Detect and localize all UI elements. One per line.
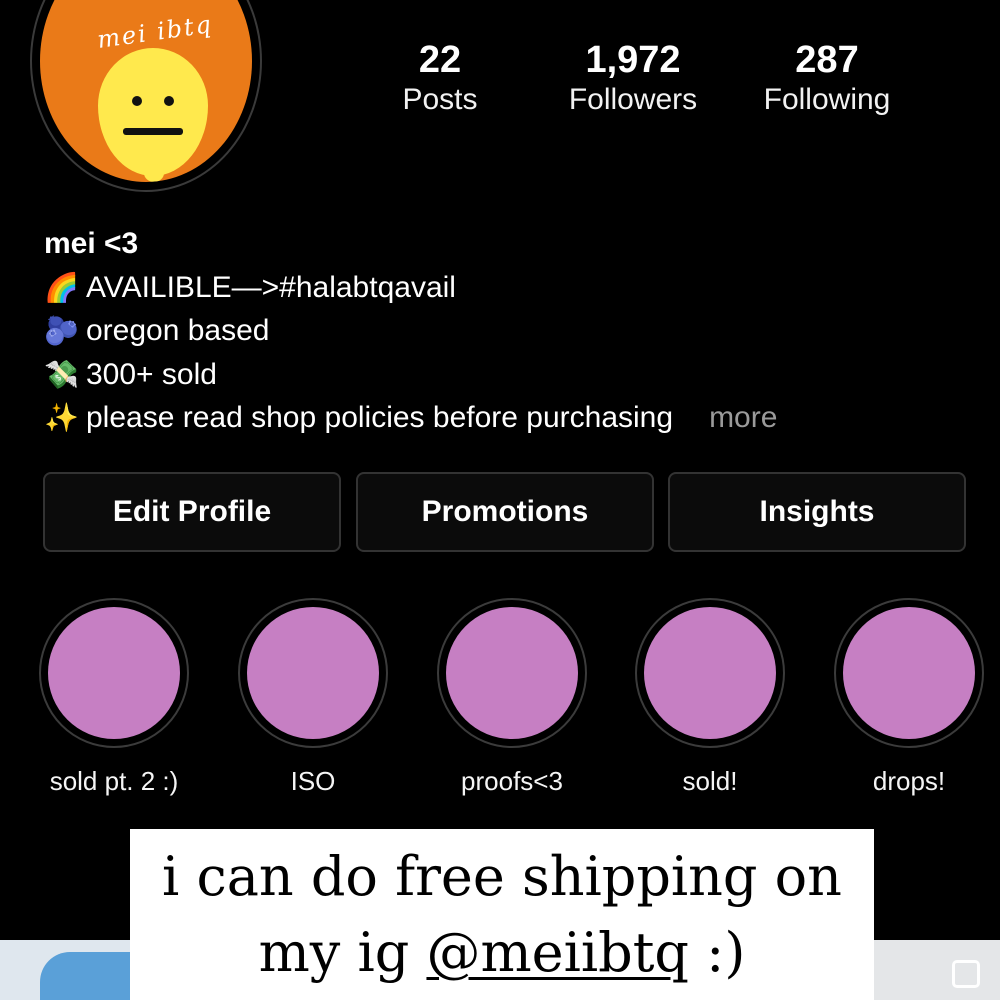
posts-stat[interactable]: 22 Posts	[355, 38, 525, 118]
rainbow-icon: 🌈	[44, 271, 79, 303]
profile-avatar[interactable]: mei ibtq	[30, 0, 262, 192]
highlight-item[interactable]: proofs<3	[437, 598, 587, 797]
multi-post-icon	[952, 960, 980, 988]
highlight-ring	[834, 598, 984, 748]
posts-count: 22	[418, 39, 462, 81]
sparkles-icon: ✨	[44, 402, 79, 433]
followers-stat[interactable]: 1,972 Followers	[548, 38, 718, 118]
lemon-tip	[144, 164, 164, 182]
highlight-cover	[48, 607, 180, 739]
highlight-label: sold!	[682, 766, 738, 796]
caption-line-2: my ig @meiibtq :)	[130, 915, 874, 991]
promotions-button[interactable]: Promotions	[356, 472, 654, 552]
insights-button[interactable]: Insights	[668, 472, 966, 552]
blueberries-icon: 🫐	[44, 315, 79, 346]
caption-line-1: i can do free shipping on	[162, 845, 842, 908]
highlight-item[interactable]: sold!	[635, 598, 785, 797]
highlight-item[interactable]: ISO	[238, 598, 388, 797]
highlight-cover	[644, 607, 776, 739]
highlight-ring	[39, 598, 189, 748]
following-count: 287	[795, 39, 859, 81]
money-icon: 💸	[44, 358, 79, 390]
lemon-face-icon	[98, 48, 208, 176]
bio-line-text: 300+ sold	[86, 357, 217, 391]
highlight-ring	[437, 598, 587, 748]
bio-line-text: please read shop policies before purchas…	[86, 401, 674, 434]
highlight-ring	[635, 598, 785, 748]
followers-label: Followers	[568, 83, 698, 116]
caption-suffix: :)	[689, 921, 746, 984]
ig-handle-link[interactable]: @meiibtq	[426, 921, 689, 984]
profile-name: mei <3	[44, 227, 139, 260]
profile-bio: mei <3 🌈 AVAILIBLE—>#halabtqavail 🫐 oregon…	[44, 222, 777, 440]
bio-line: ✨ please read shop policies before purcha…	[44, 396, 777, 440]
highlight-cover	[843, 607, 975, 739]
edit-profile-button[interactable]: Edit Profile	[43, 472, 341, 552]
following-stat[interactable]: 287 Following	[742, 38, 912, 118]
bio-line: 💸 300+ sold	[44, 353, 777, 397]
bio-line-text[interactable]: AVAILIBLE—>#halabtqavail	[86, 271, 456, 304]
avatar-image: mei ibtq	[40, 0, 252, 182]
caption-overlay: i can do free shipping on my ig @meiibtq…	[130, 829, 874, 1000]
caption-prefix: my ig	[258, 921, 427, 984]
highlight-label: proofs<3	[461, 766, 563, 796]
highlight-cover	[446, 607, 578, 739]
highlight-label: sold pt. 2 :)	[49, 766, 179, 796]
bio-line: 🫐 oregon based	[44, 309, 777, 353]
highlight-item[interactable]: drops!	[834, 598, 984, 797]
followers-count: 1,972	[585, 39, 681, 81]
following-label: Following	[763, 83, 891, 116]
highlight-cover	[247, 607, 379, 739]
bio-line: 🌈 AVAILIBLE—>#halabtqavail	[44, 266, 777, 310]
highlight-item[interactable]: sold pt. 2 :)	[39, 598, 189, 797]
highlight-label: ISO	[290, 766, 336, 796]
bio-line-text: oregon based	[86, 314, 270, 347]
bio-more-link[interactable]: more	[709, 401, 777, 434]
posts-label: Posts	[402, 83, 478, 116]
highlight-label: drops!	[872, 766, 946, 796]
highlight-ring	[238, 598, 388, 748]
